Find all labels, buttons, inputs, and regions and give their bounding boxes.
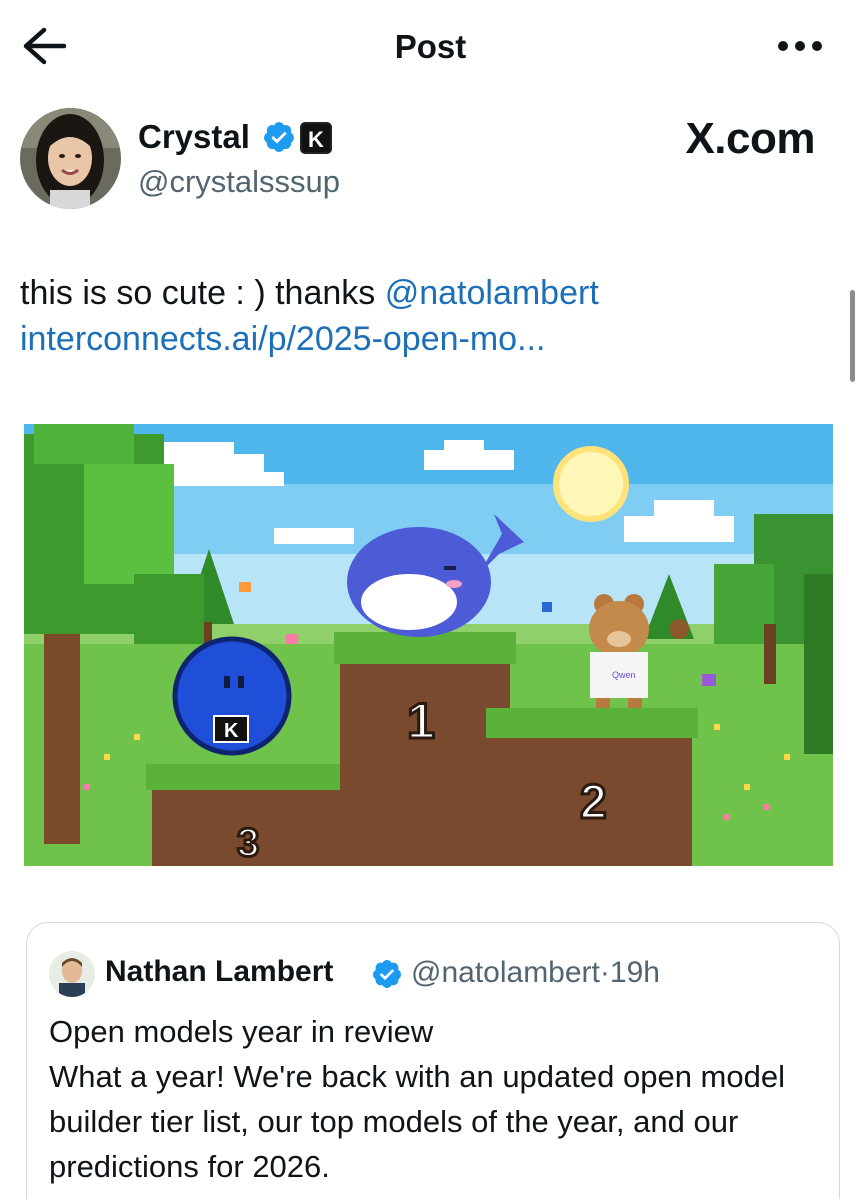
post-text-body: this is so cute : ) thanks: [20, 274, 385, 312]
mention-link[interactable]: @natolambert: [385, 274, 599, 312]
meta-separator: ·: [599, 956, 610, 989]
source-label: X.com: [685, 114, 815, 163]
quote-author-meta: @natolambert·19h: [411, 956, 660, 990]
quote-author-avatar[interactable]: [49, 951, 95, 997]
quote-text: Open models year in review What a year! …: [49, 1009, 819, 1189]
post-text: this is so cute : ) thanks @natolambert …: [20, 270, 820, 362]
quote-body: What a year! We're back with an updated …: [49, 1059, 785, 1184]
pixel-podium-illustration: 3 1 2 K Qwen: [24, 424, 833, 866]
top-bar: Post: [0, 0, 861, 95]
podium-label-3: 3: [237, 821, 259, 865]
author-avatar[interactable]: [20, 108, 121, 209]
post-image[interactable]: 3 1 2 K Qwen: [24, 424, 833, 866]
quoted-post-card[interactable]: Nathan Lambert @natolambert·19h Open mod…: [26, 922, 840, 1199]
podium-label-2: 2: [580, 776, 607, 829]
podium-label-1: 1: [407, 693, 435, 749]
post-url-link[interactable]: interconnects.ai/p/2025-open-mo...: [20, 320, 545, 358]
verified-badge-icon: [372, 960, 401, 988]
quote-author-handle[interactable]: @natolambert: [411, 956, 600, 989]
blue-ball-character: K: [172, 636, 292, 756]
more-options-button[interactable]: [777, 34, 823, 58]
ball-badge-text: K: [224, 720, 239, 742]
more-horizontal-icon: [778, 41, 822, 51]
quote-timestamp[interactable]: 19h: [610, 956, 660, 989]
author-handle[interactable]: @crystalsssup: [138, 164, 340, 200]
affiliate-badge[interactable]: K: [300, 122, 332, 154]
shirt-text: Qwen: [612, 670, 636, 680]
author-name[interactable]: Crystal: [138, 118, 250, 156]
scrollbar[interactable]: [850, 290, 855, 382]
quote-author-name[interactable]: Nathan Lambert: [105, 955, 333, 989]
page-title: Post: [394, 28, 467, 65]
verified-badge-icon: [264, 122, 294, 152]
quote-title: Open models year in review: [49, 1014, 434, 1049]
